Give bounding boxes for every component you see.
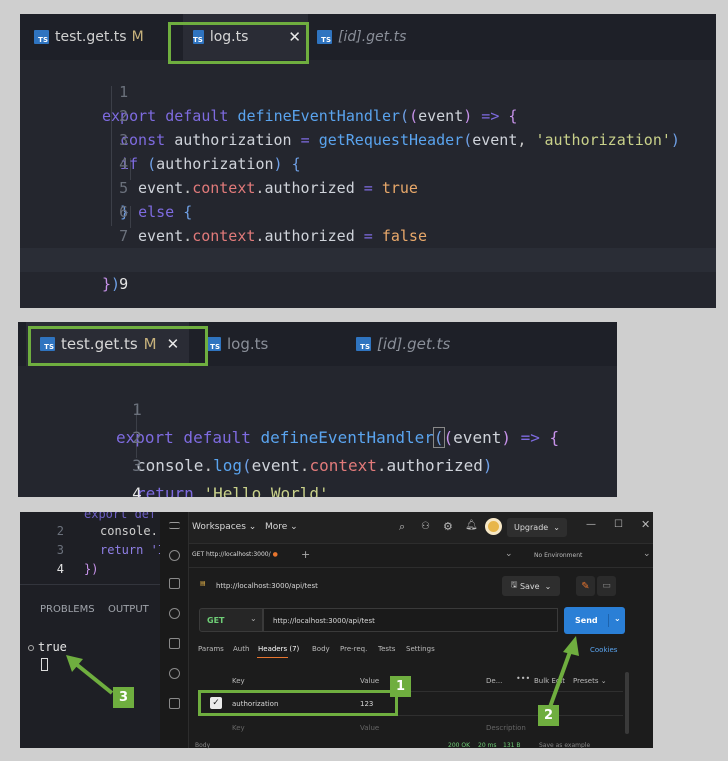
comment-icon[interactable]: ▭ — [597, 576, 616, 596]
marker-2: 2 — [538, 705, 559, 726]
editor-fragment: export def 2 console. 3 return 'I 4 }) — [56, 512, 166, 576]
tab-test-get[interactable]: TS test.get.ts M ✕ — [26, 322, 190, 366]
new-key-placeholder[interactable]: Key — [232, 724, 245, 732]
typescript-icon: TS — [34, 30, 49, 44]
code-line: 2 console.log(event.context.authorized) — [132, 428, 493, 475]
add-tab-icon[interactable]: + — [301, 548, 310, 561]
marker-1: 1 — [390, 676, 411, 697]
invite-icon[interactable]: ⚇ — [421, 521, 430, 532]
new-description-placeholder[interactable]: Description — [486, 724, 526, 732]
editor-panel-log: TS test.get.ts M TS log.ts ✕ TS [id].get… — [20, 14, 716, 308]
editor-tab-bar: TS test.get.ts M ✕ TS log.ts TS [id].get… — [18, 322, 617, 366]
code-line: 8 }) — [102, 251, 128, 293]
tab-settings[interactable]: Settings — [406, 645, 435, 653]
code-line: 6 event.context.authorized = false — [119, 203, 427, 245]
header-value-cell[interactable]: 123 — [360, 700, 373, 708]
environments-icon[interactable] — [169, 638, 180, 649]
typescript-icon: TS — [206, 337, 221, 351]
header-enabled-checkbox[interactable]: ✓ — [210, 697, 222, 709]
tab-problems[interactable]: PROBLEMS — [40, 604, 95, 615]
workspaces-menu[interactable]: Workspaces ⌄ — [192, 522, 256, 532]
cookies-link[interactable]: Cookies — [590, 646, 617, 654]
apis-icon[interactable] — [169, 608, 180, 619]
tab-log[interactable]: TS log.ts ✕ — [183, 14, 308, 60]
code-area: 1 export default defineEventHandler((eve… — [20, 56, 716, 308]
vscode-terminal-panel: export def 2 console. 3 return 'I 4 }) P… — [20, 512, 170, 748]
flows-icon[interactable] — [169, 698, 180, 709]
terminal-output: true — [28, 640, 67, 671]
typescript-icon: TS — [317, 30, 332, 44]
save-button[interactable]: 🖫︎ Save ⌄ — [502, 576, 560, 596]
code-line: 1 export default defineEventHandler((eve… — [102, 83, 518, 125]
postman-window: Workspaces ⌄ More ⌄ ⌕ ⚇ ⚙ 🔔︎ Upgrade ⌄ —… — [160, 512, 653, 749]
notifications-icon[interactable]: 🔔︎ — [465, 520, 478, 531]
minimize-icon[interactable]: — — [586, 519, 596, 530]
more-options-icon[interactable]: ••• — [516, 674, 530, 683]
typescript-icon: TS — [193, 30, 204, 44]
code-line: 3 return 'Hello World' — [132, 456, 329, 497]
editor-panel-test-get: TS test.get.ts M ✕ TS log.ts TS [id].get… — [18, 322, 617, 497]
tab-tests[interactable]: Tests — [378, 645, 395, 653]
bulk-edit-link[interactable]: Bulk Edit — [534, 677, 565, 685]
edit-icon[interactable]: ✎ — [576, 576, 595, 596]
presets-menu[interactable]: Presets ⌄ — [573, 677, 607, 685]
tab-pre-request[interactable]: Pre-req. — [340, 645, 367, 653]
scrollbar[interactable] — [625, 672, 629, 734]
avatar[interactable] — [485, 518, 502, 535]
menu-icon[interactable] — [169, 522, 180, 529]
close-icon[interactable]: ✕ — [167, 335, 180, 353]
search-icon[interactable]: ⌕ — [399, 520, 405, 534]
tab-id-get[interactable]: TS [id].get.ts — [356, 322, 450, 366]
editor-tab-bar: TS test.get.ts M TS log.ts ✕ TS [id].get… — [20, 14, 716, 60]
close-window-icon[interactable]: ✕ — [641, 518, 650, 531]
history-icon[interactable] — [169, 668, 180, 679]
http-icon: ▤ — [200, 580, 206, 587]
tab-auth[interactable]: Auth — [233, 645, 249, 653]
upgrade-button[interactable]: Upgrade ⌄ — [507, 518, 567, 537]
url-input[interactable]: http://localhost:3000/api/test — [263, 608, 558, 632]
code-line: 2 const authorization = getRequestHeader… — [119, 107, 680, 149]
code-area: 1 export default defineEventHandler((eve… — [18, 366, 617, 497]
user-icon[interactable] — [169, 550, 180, 561]
new-value-placeholder[interactable]: Value — [360, 724, 379, 732]
tab-params[interactable]: Params — [198, 645, 224, 653]
environment-dropdown-icon[interactable]: ⌄ — [643, 549, 651, 559]
request-tabs-row: GET http://localhost:3000/ ● + ⌄ No Envi… — [189, 544, 653, 568]
code-line: 4 }) — [18, 452, 617, 497]
tab-id-get[interactable]: TS [id].get.ts — [317, 14, 406, 60]
more-menu[interactable]: More ⌄ — [265, 522, 298, 532]
typescript-icon: TS — [356, 337, 371, 351]
environment-select[interactable]: No Environment — [534, 552, 582, 559]
send-button[interactable]: Send ⌄ — [564, 607, 625, 634]
typescript-icon: TS — [40, 337, 55, 351]
tab-headers[interactable]: Headers (7) — [258, 645, 299, 653]
tab-test-get[interactable]: TS test.get.ts M — [34, 14, 144, 60]
tab-body[interactable]: Body — [312, 645, 330, 653]
code-line: 7 } — [119, 227, 129, 269]
postman-topbar: Workspaces ⌄ More ⌄ ⌕ ⚇ ⚙ 🔔︎ Upgrade ⌄ —… — [189, 512, 653, 544]
method-select[interactable]: GET ⌄ — [199, 608, 263, 632]
request-title: http://localhost:3000/api/test — [216, 582, 318, 590]
postman-sidebar — [160, 512, 189, 748]
code-line: 4 event.context.authorized = true — [119, 155, 418, 197]
settings-icon[interactable]: ⚙ — [443, 520, 453, 533]
request-tab[interactable]: GET http://localhost:3000/ ● — [192, 551, 278, 558]
maximize-icon[interactable]: ☐ — [614, 519, 623, 530]
code-line: 5 } else { — [119, 179, 193, 221]
tabs-dropdown-icon[interactable]: ⌄ — [505, 549, 513, 559]
code-line: 3 if (authorization) { — [119, 131, 301, 173]
tab-log[interactable]: TS log.ts — [206, 322, 268, 366]
response-bar: Body 200 OK 20 ms 131 B Save as example — [195, 742, 591, 749]
close-icon[interactable]: ✕ — [288, 28, 301, 46]
tab-output[interactable]: OUTPUT — [108, 604, 149, 615]
header-key-cell[interactable]: authorization — [232, 700, 278, 708]
code-line-current: 9 — [20, 248, 716, 293]
code-line: 1 export default defineEventHandler((eve… — [116, 400, 560, 448]
collections-icon[interactable] — [169, 578, 180, 589]
marker-3: 3 — [113, 687, 134, 708]
